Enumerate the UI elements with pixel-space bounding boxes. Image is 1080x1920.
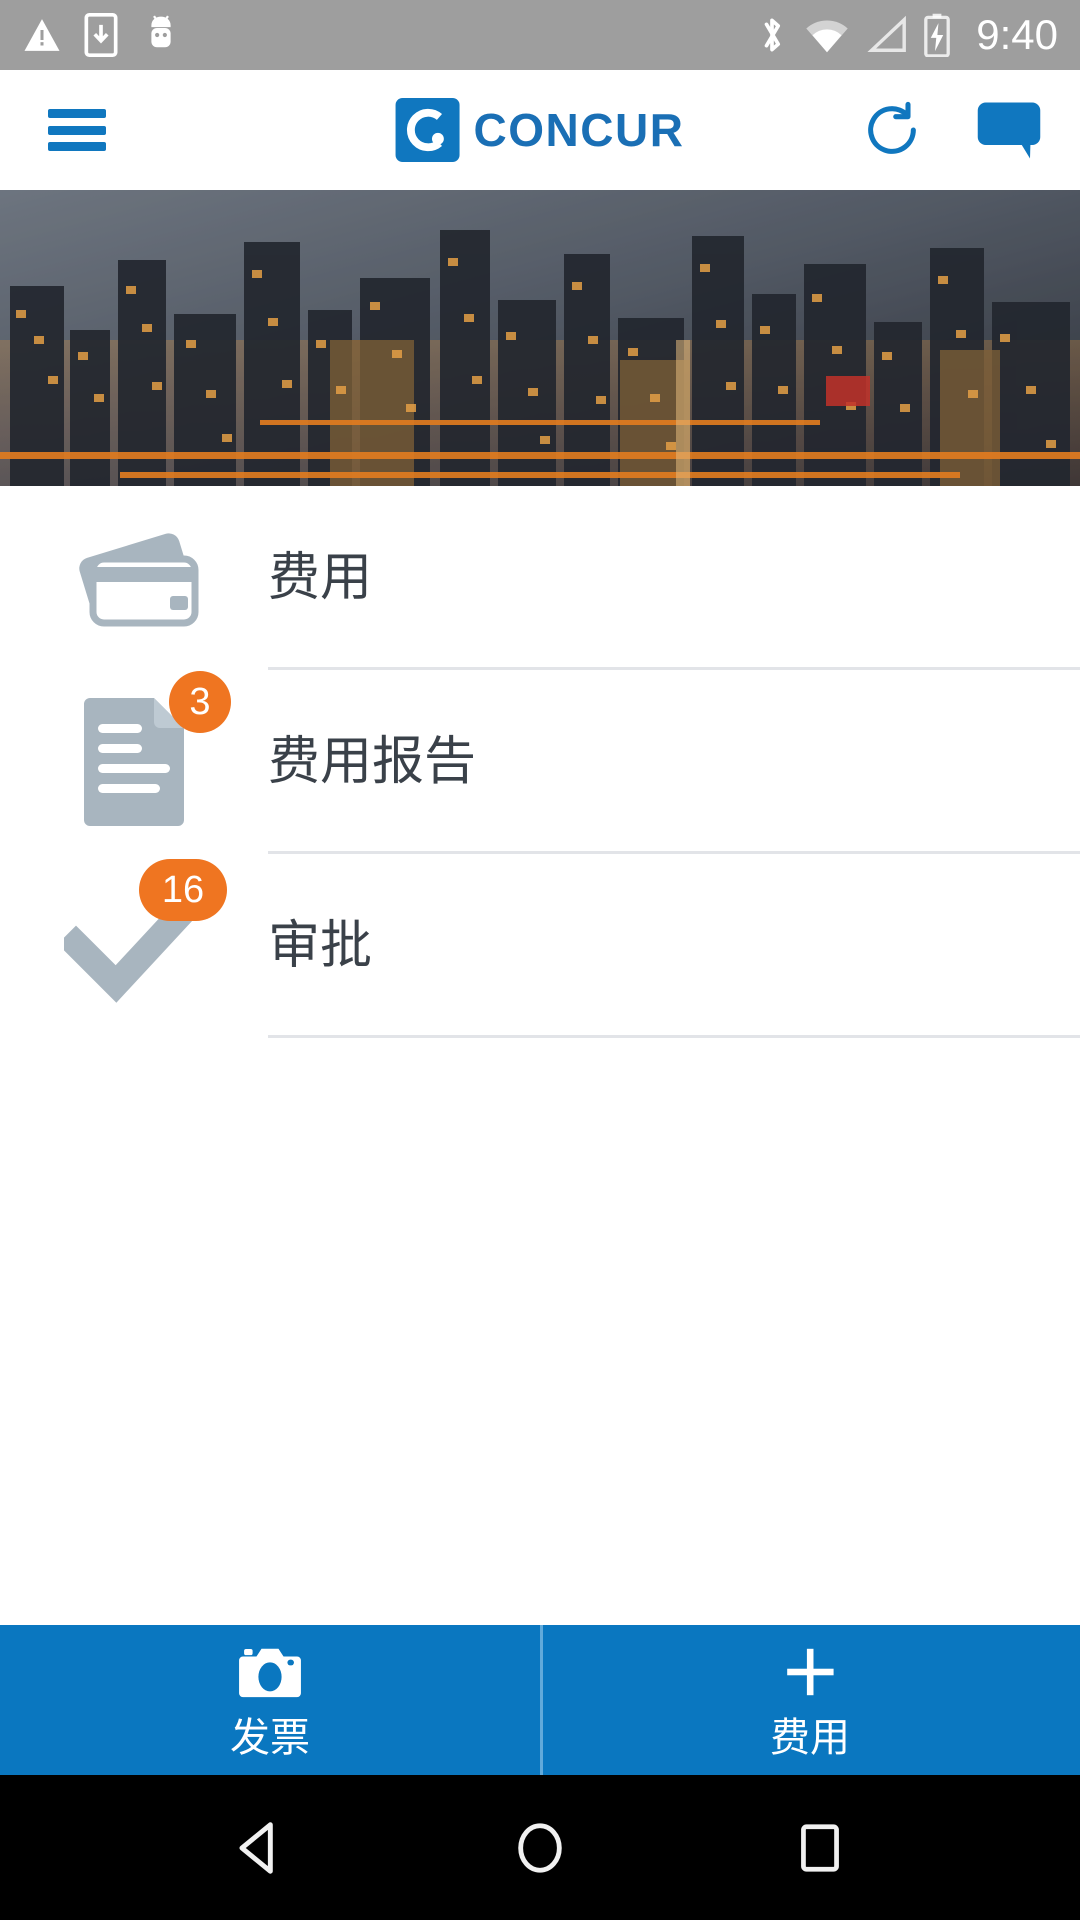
status-bar-right-icons: 9:40	[756, 13, 1058, 57]
hero-cityscape-image	[0, 190, 1080, 486]
status-bar: 9:40	[0, 0, 1080, 70]
app-screen: 9:40 CONCUR 费用 3 费用报告 16 审批 发票 费用	[0, 0, 1080, 1920]
back-triangle-icon[interactable]	[200, 1788, 320, 1908]
warning-triangle-icon	[22, 15, 62, 55]
refresh-icon[interactable]	[860, 98, 924, 162]
recents-square-icon[interactable]	[760, 1788, 880, 1908]
list-item-icon-container: 16	[0, 854, 268, 1038]
status-bar-left-icons	[22, 13, 182, 57]
brand-name: CONCUR	[473, 104, 685, 156]
hamburger-bar	[48, 142, 106, 151]
chat-bubble-icon[interactable]	[976, 100, 1042, 160]
main-menu-list: 费用 3 费用报告 16 审批	[0, 486, 1080, 1625]
camera-icon	[239, 1643, 301, 1706]
list-item-icon-container: 3	[0, 670, 268, 854]
hero-illustration	[0, 190, 1080, 486]
badge-count: 3	[169, 671, 231, 733]
bluetooth-icon	[756, 13, 788, 57]
checkmark-icon: 16	[59, 859, 227, 1021]
badge-count: 16	[139, 859, 227, 921]
list-item-expense-reports[interactable]: 3 费用报告	[0, 670, 1080, 854]
list-empty-space	[0, 1038, 1080, 1625]
capture-receipt-button[interactable]: 发票	[0, 1625, 540, 1775]
list-item-label: 费用	[268, 549, 373, 607]
document-report-icon: 3	[59, 671, 231, 837]
list-item-approvals[interactable]: 16 审批	[0, 854, 1080, 1038]
app-header: CONCUR	[0, 70, 1080, 190]
android-robot-icon	[140, 14, 182, 56]
brand-logo: CONCUR	[395, 98, 685, 162]
home-circle-icon[interactable]	[480, 1788, 600, 1908]
hamburger-bar	[48, 125, 106, 135]
capture-receipt-label: 发票	[230, 1715, 310, 1760]
add-expense-label: 费用	[770, 1715, 850, 1760]
battery-charging-icon	[924, 13, 951, 57]
add-expense-button[interactable]: 费用	[540, 1625, 1080, 1775]
android-navigation-bar	[0, 1775, 1080, 1920]
list-item-label: 费用报告	[268, 733, 477, 791]
download-to-device-icon	[84, 13, 118, 57]
list-item-icon-container	[0, 486, 268, 670]
hamburger-bar	[48, 109, 106, 118]
cell-signal-icon	[866, 15, 908, 55]
wifi-icon	[804, 15, 850, 55]
bottom-action-bar: 发票 费用	[0, 1625, 1080, 1775]
hamburger-menu-icon[interactable]	[48, 109, 106, 151]
credit-cards-icon	[59, 503, 209, 653]
plus-icon	[779, 1643, 841, 1706]
concur-mark-icon	[395, 98, 460, 162]
list-item-expenses[interactable]: 费用	[0, 486, 1080, 670]
list-divider	[268, 1035, 1080, 1038]
status-bar-clock: 9:40	[976, 11, 1058, 58]
list-item-label: 审批	[268, 917, 373, 975]
header-actions	[860, 98, 1042, 162]
